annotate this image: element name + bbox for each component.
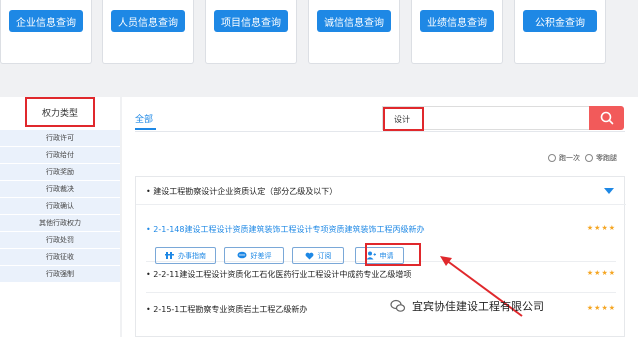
sidebar-item-permit[interactable]: 行政许可: [0, 130, 120, 147]
sidebar-item-ruling[interactable]: 行政裁决: [0, 181, 120, 198]
watermark: 宜宾协佳建设工程有限公司: [390, 298, 544, 314]
personnel-query-button[interactable]: 人员信息查询: [111, 10, 185, 32]
comment-icon: [237, 251, 246, 259]
performance-query-button[interactable]: 业绩信息查询: [420, 10, 494, 32]
guide-icon: [165, 252, 174, 259]
nav-card-personnel: 人员信息查询: [102, 0, 194, 64]
top-nav: 企业信息查询 人员信息查询 项目信息查询 诚信信息查询 业绩信息查询 公积金查询: [0, 0, 638, 66]
watermark-text: 宜宾协佳建设工程有限公司: [412, 300, 544, 313]
list-item[interactable]: • 2-15-1工程勘察专业资质岩土工程乙级新办 ★★★★: [146, 304, 616, 315]
sidebar-item-other[interactable]: 其他行政权力: [0, 215, 120, 232]
radio-zero-run-label: 零跑腿: [596, 154, 617, 162]
radio-run-once-label: 跑一次: [559, 154, 580, 162]
sidebar-item-payment[interactable]: 行政给付: [0, 147, 120, 164]
rating-stars: ★★★★: [586, 304, 616, 312]
sidebar-item-penalty[interactable]: 行政处罚: [0, 232, 120, 249]
enterprise-query-button[interactable]: 企业信息查询: [9, 10, 83, 32]
sidebar-item-confirmation[interactable]: 行政确认: [0, 198, 120, 215]
search-value: 设计: [383, 107, 424, 131]
review-button[interactable]: 好差评: [224, 247, 284, 264]
list-item[interactable]: • 2-2-11建设工程设计资质化工石化医药行业工程设计中成药专业乙级增项 ★★…: [146, 269, 616, 280]
main-panel: 全部 设计 跑一次 零跑腿 • 建设工程勘察设计企业资质认定（部分乙级及以下） …: [122, 97, 638, 337]
nav-card-credit: 诚信信息查询: [308, 0, 400, 64]
sidebar: 权力类型 行政许可 行政给付 行政奖励 行政裁决 行政确认 其他行政权力 行政处…: [0, 97, 120, 337]
review-label: 好差评: [250, 251, 272, 260]
search-icon: [600, 111, 613, 125]
collapse-caret-icon[interactable]: [604, 188, 614, 194]
item-title[interactable]: • 2-2-11建设工程设计资质化工石化医药行业工程设计中成药专业乙级增项: [146, 269, 616, 280]
filter-radios: 跑一次 零跑腿: [548, 153, 622, 163]
item-title[interactable]: • 2-1-148建设工程设计资质建筑装饰工程设计专项资质建筑装饰工程丙级新办: [146, 224, 616, 235]
item-title[interactable]: • 2-15-1工程勘察专业资质岩土工程乙级新办: [146, 304, 616, 315]
search-input[interactable]: 设计: [382, 106, 590, 131]
divider: [146, 292, 616, 293]
tab-active-underline: [135, 128, 156, 130]
tab-divider: [135, 131, 625, 132]
subscribe-label: 订阅: [317, 251, 332, 260]
radio-run-once[interactable]: [548, 154, 556, 162]
nav-card-enterprise: 企业信息查询: [0, 0, 92, 64]
rating-stars: ★★★★: [586, 224, 616, 232]
subscribe-button[interactable]: 订阅: [292, 247, 344, 264]
guide-label: 办事指南: [178, 251, 206, 260]
nav-card-project: 项目信息查询: [205, 0, 297, 64]
sidebar-list: 行政许可 行政给付 行政奖励 行政裁决 行政确认 其他行政权力 行政处罚 行政征…: [0, 130, 120, 283]
nav-card-fund: 公积金查询: [514, 0, 606, 64]
apply-highlight-box: [365, 243, 421, 266]
sidebar-title: 权力类型: [25, 97, 95, 127]
housing-fund-query-button[interactable]: 公积金查询: [523, 10, 597, 32]
tab-all[interactable]: 全部: [135, 112, 153, 125]
credit-query-button[interactable]: 诚信信息查询: [317, 10, 391, 32]
group-header[interactable]: • 建设工程勘察设计企业资质认定（部分乙级及以下）: [136, 177, 626, 205]
heart-icon: [305, 252, 313, 260]
project-query-button[interactable]: 项目信息查询: [214, 10, 288, 32]
group-title: • 建设工程勘察设计企业资质认定（部分乙级及以下）: [146, 187, 338, 196]
radio-zero-run[interactable]: [585, 154, 593, 162]
list-item[interactable]: • 2-1-148建设工程设计资质建筑装饰工程设计专项资质建筑装饰工程丙级新办 …: [146, 224, 616, 235]
nav-card-performance: 业绩信息查询: [411, 0, 503, 64]
guide-button[interactable]: 办事指南: [155, 247, 216, 264]
sidebar-item-enforcement[interactable]: 行政强制: [0, 266, 120, 283]
sidebar-item-levy[interactable]: 行政征收: [0, 249, 120, 266]
rating-stars: ★★★★: [586, 269, 616, 277]
wechat-icon: [390, 299, 406, 312]
search-button[interactable]: [589, 106, 624, 130]
sidebar-item-reward[interactable]: 行政奖励: [0, 164, 120, 181]
